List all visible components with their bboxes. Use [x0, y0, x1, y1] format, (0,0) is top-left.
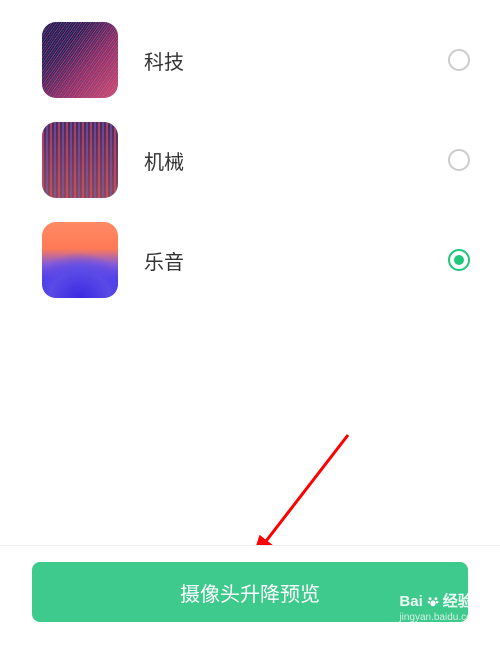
bottom-action-bar: 摄像头升降预览 — [0, 545, 500, 646]
radio-selected-icon[interactable] — [448, 249, 470, 271]
mechanical-thumbnail — [42, 122, 118, 198]
sound-thumbnail — [42, 222, 118, 298]
option-label: 乐音 — [144, 246, 448, 275]
option-item-mechanical[interactable]: 机械 — [0, 110, 500, 210]
option-label: 科技 — [144, 46, 448, 75]
option-label: 机械 — [144, 146, 448, 175]
radio-unselected-icon[interactable] — [448, 49, 470, 71]
radio-unselected-icon[interactable] — [448, 149, 470, 171]
annotation-arrow-icon — [253, 425, 373, 565]
tech-thumbnail — [42, 22, 118, 98]
option-item-tech[interactable]: 科技 — [0, 10, 500, 110]
camera-preview-button[interactable]: 摄像头升降预览 — [32, 562, 468, 622]
sound-theme-option-list: 科技 机械 乐音 — [0, 0, 500, 320]
option-item-sound[interactable]: 乐音 — [0, 210, 500, 310]
